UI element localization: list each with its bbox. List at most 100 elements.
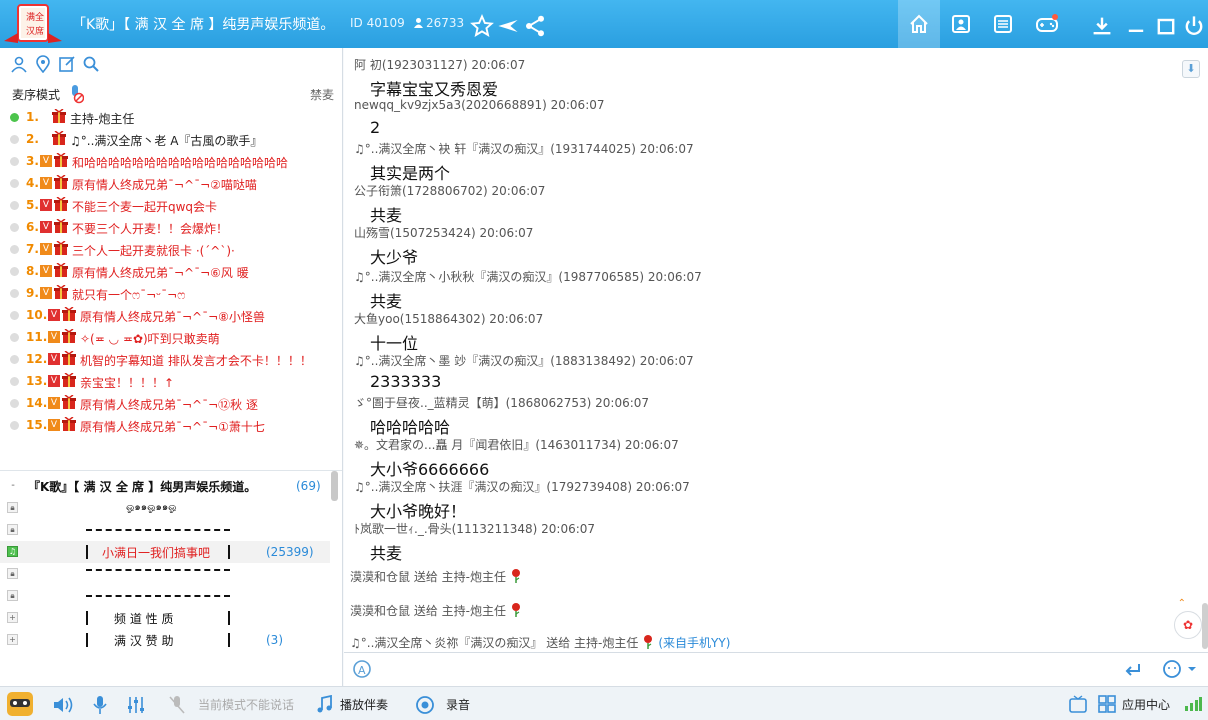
message-sender[interactable]: newqq_kv9zjx5a3(2020668891) 20:06:07 bbox=[354, 98, 605, 112]
mic-queue-item[interactable]: 4. V 原有情人终成兄弟ˉ¬^ˉ¬②喵哒喵 bbox=[0, 172, 342, 194]
message-text: 字幕宝宝又秀恩爱 bbox=[370, 80, 499, 99]
queue-user-name: 不能三个麦一起开qwq会卡 bbox=[72, 200, 218, 214]
chat-message: 山殇雪(1507253424) 20:06:07 大少爷 bbox=[354, 224, 533, 267]
collapse-icon[interactable]: - bbox=[7, 481, 19, 493]
play-accompaniment-button[interactable]: 播放伴奏 bbox=[340, 696, 388, 713]
record-icon[interactable] bbox=[415, 695, 435, 715]
tree-bracket-bottom-row[interactable]: 🔒︎ bbox=[0, 563, 330, 585]
chat-scrollbar[interactable] bbox=[1202, 603, 1208, 649]
mic-disabled-icon[interactable] bbox=[68, 84, 84, 104]
online-count: 26733 bbox=[426, 16, 465, 30]
mic-queue-item[interactable]: 14. V 原有情人终成兄弟ˉ¬^ˉ¬⑫秋 逐 bbox=[0, 392, 342, 414]
favorite-star-icon[interactable] bbox=[470, 14, 494, 38]
message-sender[interactable]: ♫°..满汉全席丶小秋秋『满汉の痴汉』(1987706585) 20:06:07 bbox=[354, 268, 702, 285]
tree-scrollbar[interactable] bbox=[331, 471, 338, 501]
vip-badge-icon: V bbox=[48, 331, 60, 343]
app-grid-icon[interactable] bbox=[1098, 695, 1116, 713]
mic-queue-item[interactable]: 15. V 原有情人终成兄弟ˉ¬^ˉ¬①萧十七 bbox=[0, 414, 342, 436]
message-sender[interactable]: ♫°..满汉全席丶墨 竗『满汉の痴汉』(1883138492) 20:06:07 bbox=[354, 352, 694, 369]
message-sender[interactable]: ﾄ岚歌一世ｨ._.骨头(1113211348) 20:06:07 bbox=[354, 520, 595, 537]
mic-queue-item[interactable]: 13. V 亲宝宝！！！！↑ bbox=[0, 370, 342, 392]
user-icon[interactable] bbox=[10, 55, 28, 73]
app-center-button[interactable]: 应用中心 bbox=[1122, 696, 1170, 713]
microphone-icon[interactable] bbox=[92, 695, 108, 715]
root-channel-count: (69) bbox=[296, 479, 321, 493]
home-button[interactable] bbox=[898, 0, 940, 48]
tree-bracket-top2-row[interactable]: 🔒︎ bbox=[0, 585, 330, 607]
message-sender[interactable]: 阿 初(1923031127) 20:06:07 bbox=[354, 56, 525, 73]
tree-sponsor-row[interactable]: + 满 汉 赞 助 (3) bbox=[0, 629, 330, 651]
mic-queue-item[interactable]: 12. V 机智的字幕知道 排队发言才会不卡！！！！ bbox=[0, 348, 342, 370]
minimize-icon[interactable] bbox=[1124, 14, 1148, 38]
chevron-up-icon[interactable]: ⌃ bbox=[1178, 598, 1186, 609]
mic-queue-item[interactable]: 11. V ✧(≖ ◡ ≖✿)吓到只敢卖萌 bbox=[0, 326, 342, 348]
speaker-icon[interactable] bbox=[52, 695, 74, 715]
gift-notification: ♫°..满汉全席丶炎祢『满汉の痴汉』 送给 主持-炮主任 (来自手机YY) bbox=[350, 634, 730, 651]
bracket-top bbox=[86, 529, 230, 531]
mic-queue-item[interactable]: 8. V 原有情人终成兄弟ˉ¬^ˉ¬⑥风 暖 bbox=[0, 260, 342, 282]
tree-deco-row[interactable]: 🔒︎ ஓ๑๑ஓ๑๑ஓ bbox=[0, 497, 330, 519]
equalizer-icon[interactable] bbox=[126, 695, 146, 715]
expand-icon[interactable]: + bbox=[7, 634, 18, 645]
mic-queue-item[interactable]: 7. V 三个人一起开麦就很卡 ·(´^`)· bbox=[0, 238, 342, 260]
bottom-toolbar: 当前模式不能说话 播放伴奏 录音 应用中心 bbox=[0, 686, 1208, 720]
message-sender[interactable]: ♫°..满汉全席丶袂 轩『满汉の痴汉』(1931744025) 20:06:07 bbox=[354, 140, 694, 157]
message-sender[interactable]: ゞ°圄于昼夜.._蓝精灵【萌】(1868062753) 20:06:07 bbox=[354, 394, 649, 411]
gift-box-icon bbox=[62, 417, 76, 431]
tree-nature-row[interactable]: + 频 道 性 质 bbox=[0, 607, 330, 629]
search-icon[interactable] bbox=[82, 55, 100, 73]
music-note-icon[interactable] bbox=[316, 695, 334, 715]
message-sender[interactable]: 大鱼yoo(1518864302) 20:06:07 bbox=[354, 310, 543, 327]
queue-user-name: 原有情人终成兄弟ˉ¬^ˉ¬①萧十七 bbox=[80, 420, 265, 434]
status-dot bbox=[10, 355, 19, 364]
mic-queue-list: 1. 主持-炮主任 2. ♫°..满汉全席丶老 A『古風の歌手』 3. V 和哈哈哈哈哈哈哈… bbox=[0, 106, 342, 436]
mic-queue-item[interactable]: 5. V 不能三个麦一起开qwq会卡 bbox=[0, 194, 342, 216]
plane-icon[interactable] bbox=[496, 14, 520, 38]
left-panel: 麦序模式 禁麦 1. 主持-炮主任 2. ♫°..满汉全席丶老 A『古風の歌手』 3. V… bbox=[0, 48, 343, 686]
share-icon[interactable] bbox=[523, 14, 547, 38]
edit-channel-icon[interactable] bbox=[58, 55, 76, 73]
gift-text: ♫°..满汉全席丶炎祢『满汉の痴汉』 送给 主持-炮主任 bbox=[350, 636, 639, 650]
message-text: 2 bbox=[370, 118, 381, 137]
gift-flower-button[interactable]: ✿ bbox=[1174, 611, 1202, 639]
emoji-chat-icon[interactable] bbox=[1162, 659, 1196, 679]
mic-queue-item[interactable]: 2. ♫°..满汉全席丶老 A『古風の歌手』 bbox=[0, 128, 342, 150]
nature-channel-name: 频 道 性 质 bbox=[114, 612, 174, 626]
maximize-icon[interactable] bbox=[1154, 14, 1178, 38]
font-style-icon[interactable]: A bbox=[352, 659, 372, 679]
tv-icon[interactable] bbox=[1068, 695, 1088, 715]
tree-current-room[interactable]: ♫ 小满日一我们搞事吧 (25399) bbox=[0, 541, 330, 563]
message-sender[interactable]: 山殇雪(1507253424) 20:06:07 bbox=[354, 224, 533, 241]
mic-order-mode-label[interactable]: 麦序模式 bbox=[12, 86, 60, 103]
scroll-down-button[interactable]: ⬇ bbox=[1182, 60, 1200, 78]
record-button[interactable]: 录音 bbox=[446, 696, 470, 713]
message-sender[interactable]: 公子衔箫(1728806702) 20:06:07 bbox=[354, 182, 545, 199]
expand-icon[interactable]: + bbox=[7, 612, 18, 623]
status-dot bbox=[10, 223, 19, 232]
mic-queue-item[interactable]: 1. 主持-炮主任 bbox=[0, 106, 342, 128]
mic-queue-item[interactable]: 6. V 不要三个人开麦！！会爆炸！ bbox=[0, 216, 342, 238]
avatar[interactable] bbox=[6, 691, 34, 717]
send-enter-icon[interactable] bbox=[1124, 661, 1142, 679]
location-icon[interactable] bbox=[34, 55, 52, 73]
mic-queue-item[interactable]: 9. V 就只有一个ෆˉ¬ᵕˉ¬ෆ bbox=[0, 282, 342, 304]
tree-bracket-top-row[interactable]: 🔒︎ bbox=[0, 519, 330, 541]
message-text: 大少爷 bbox=[370, 248, 419, 267]
vip-badge-icon: V bbox=[40, 199, 52, 211]
bracket-left-2 bbox=[86, 611, 88, 625]
status-dot bbox=[10, 377, 19, 386]
vip-badge-icon: V bbox=[48, 353, 60, 365]
contacts-button[interactable] bbox=[940, 0, 982, 48]
download-icon[interactable] bbox=[1090, 14, 1114, 38]
tree-root[interactable]: - 『K歌』【 满 汉 全 席 】纯男声娱乐频道。 (69) bbox=[0, 475, 330, 497]
games-button[interactable] bbox=[1026, 0, 1068, 48]
mic-queue-item[interactable]: 3. V 和哈哈哈哈哈哈哈哈哈哈哈哈哈哈哈哈哈 bbox=[0, 150, 342, 172]
power-icon[interactable] bbox=[1182, 14, 1206, 38]
message-sender[interactable]: ♫°..满汉全席丶扶涯『满汉の痴汉』(1792739408) 20:06:07 bbox=[354, 478, 690, 495]
ban-mic-button[interactable]: 禁麦 bbox=[310, 86, 334, 103]
queue-number: 13. bbox=[26, 374, 48, 388]
list-button[interactable] bbox=[982, 0, 1024, 48]
mic-queue-item[interactable]: 10. V 原有情人终成兄弟ˉ¬^ˉ¬⑧小怪兽 bbox=[0, 304, 342, 326]
message-sender[interactable]: ✵。文君家の...矗 月『闻君依旧』(1463011734) 20:06:07 bbox=[354, 436, 679, 453]
chat-input-area[interactable]: A bbox=[344, 652, 1208, 686]
